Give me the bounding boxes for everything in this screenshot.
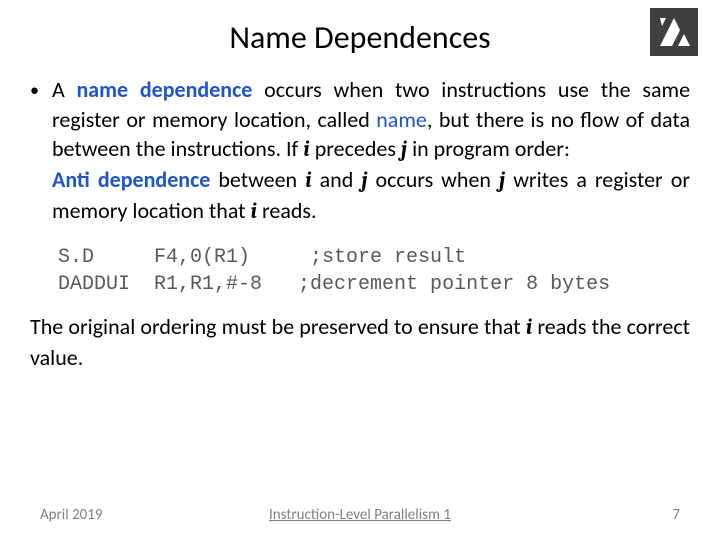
p2-a: between	[210, 166, 305, 193]
bullet-marker: •	[30, 75, 52, 226]
p2-b: and	[312, 166, 362, 193]
p3-lead: The original ordering must be preserved …	[30, 313, 526, 340]
footer-date: April 2019	[40, 506, 102, 524]
p2-e: reads.	[257, 197, 317, 224]
paragraph-3: The original ordering must be preserved …	[30, 312, 690, 372]
p2-c: occurs when	[368, 166, 500, 193]
slide: Name Dependences • A name dependence occ…	[0, 0, 720, 540]
bullet-text: A name dependence occurs when two instru…	[52, 75, 690, 226]
p1-d: in program order:	[407, 135, 570, 162]
code-example: S.D F4,0(R1) ;store result DADDUI R1,R1,…	[58, 244, 690, 298]
footer-page-number: 7	[672, 506, 680, 524]
footer-title: Instruction-Level Parallelism 1	[269, 506, 451, 524]
p1-lead: A	[52, 76, 76, 103]
slide-footer: April 2019 Instruction-Level Parallelism…	[0, 506, 720, 524]
keyword-name: name	[376, 106, 427, 133]
institution-logo	[650, 8, 698, 56]
bullet-1: • A name dependence occurs when two inst…	[30, 75, 690, 226]
slide-title: Name Dependences	[30, 18, 690, 57]
p1-c: precedes	[310, 135, 401, 162]
keyword-anti-dependence: Anti dependence	[52, 166, 210, 193]
keyword-name-dependence: name dependence	[76, 76, 252, 103]
slide-body: • A name dependence occurs when two inst…	[30, 75, 690, 373]
